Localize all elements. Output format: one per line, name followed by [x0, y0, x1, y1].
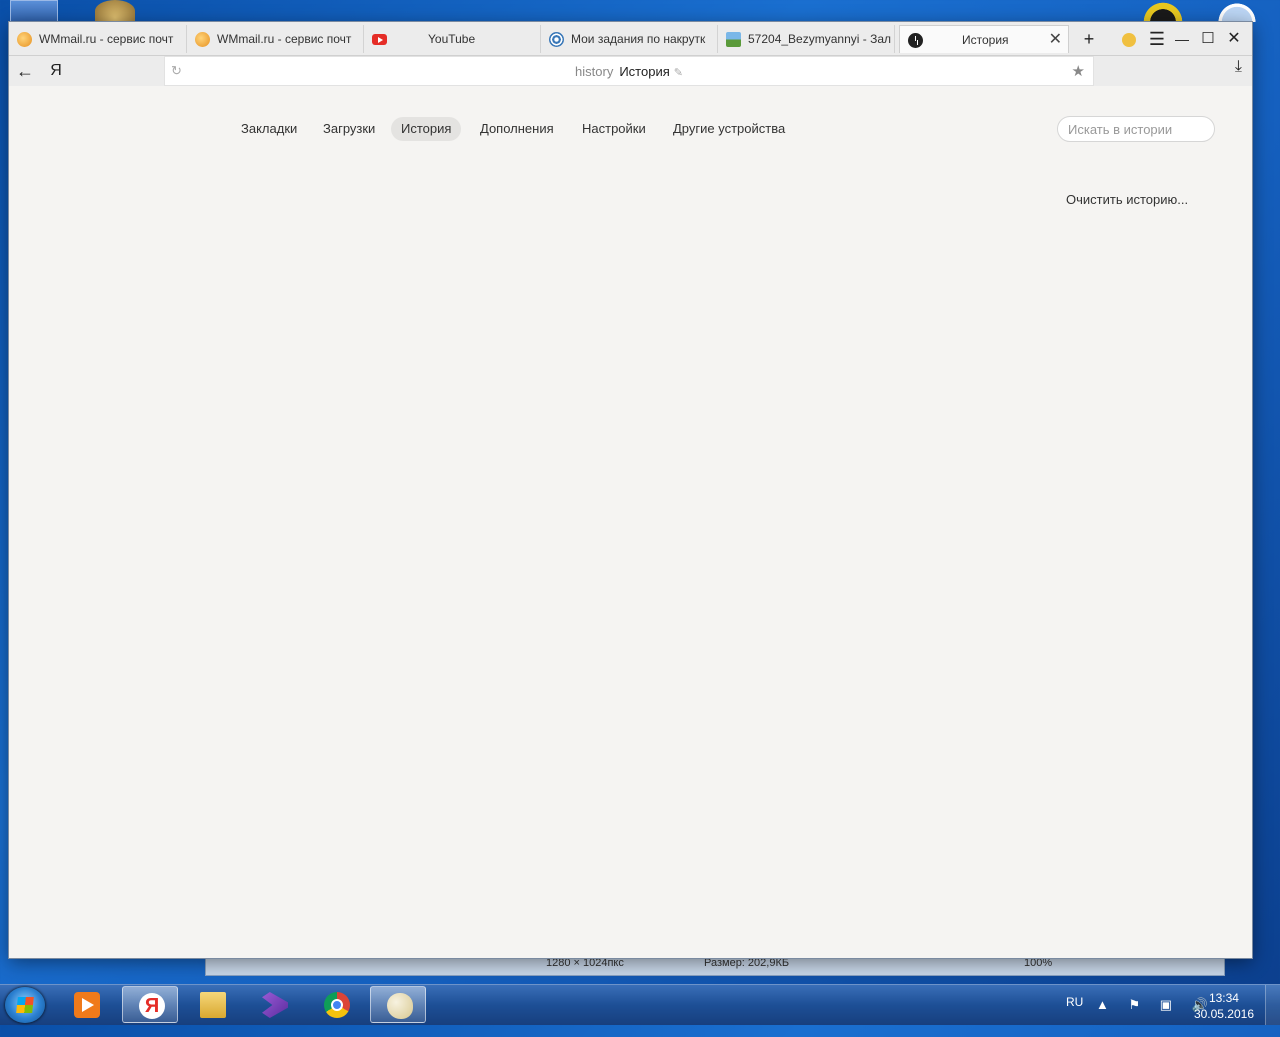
tab-youtube[interactable]: YouTube	[364, 25, 541, 53]
browser-window: WMmail.ru - сервис почт WMmail.ru - серв…	[9, 22, 1252, 958]
tab-title: WMmail.ru - сервис почт	[39, 32, 174, 46]
address-host: history	[575, 64, 614, 79]
nav-bookmarks[interactable]: Закладки	[231, 117, 307, 141]
history-page: Закладки Загрузки История Дополнения Нас…	[9, 86, 1252, 958]
desktop-icon[interactable]	[95, 0, 135, 22]
address-title: История	[619, 64, 670, 79]
yandex-browser-icon: Я	[139, 993, 165, 1019]
youtube-icon	[372, 34, 387, 45]
wmmail-icon	[17, 32, 32, 47]
minimize-button[interactable]: —	[1169, 26, 1195, 52]
tab-close-icon[interactable]: ✕	[1049, 26, 1062, 53]
nav-extensions[interactable]: Дополнения	[470, 117, 564, 141]
wmmail-icon	[195, 32, 210, 47]
bookmark-star-icon[interactable]: ★	[1072, 62, 1085, 80]
close-window-button[interactable]: ✕	[1221, 26, 1247, 52]
desktop-icon[interactable]	[1140, 0, 1186, 22]
media-player-icon	[74, 992, 100, 1018]
yandex-alice-icon[interactable]	[1116, 26, 1142, 52]
download-icon[interactable]: ⤓	[1235, 58, 1242, 76]
clear-history-link[interactable]: Очистить историю...	[1066, 192, 1188, 207]
taskbar-paint[interactable]	[370, 986, 426, 1023]
tab-tasks[interactable]: Мои задания по накрутк	[541, 25, 718, 53]
tab-history[interactable]: История ✕	[899, 25, 1069, 53]
taskbar-explorer[interactable]	[184, 986, 240, 1023]
tab-title: YouTube	[428, 32, 476, 46]
address-bar[interactable]: ↻ history История ✎ ★	[164, 56, 1094, 86]
nav-settings[interactable]: Настройки	[572, 117, 656, 141]
tab-title: 57204_Bezymyannyi - Зал	[748, 32, 891, 46]
visual-studio-icon	[262, 992, 288, 1018]
tab-title: Мои задания по накрутк	[571, 32, 706, 46]
image-dimensions: 1280 × 1024пкс	[546, 957, 624, 969]
toolbar: ← Я ↻ history История ✎ ★ ⤓	[9, 56, 1252, 86]
taskbar-media-player[interactable]	[58, 986, 114, 1023]
clock-icon	[908, 33, 923, 48]
history-search-input[interactable]	[1057, 116, 1215, 142]
taskbar-chrome[interactable]	[308, 986, 364, 1023]
clock[interactable]: 13:34 30.05.2016	[1194, 990, 1254, 1030]
paint-icon	[387, 993, 413, 1019]
zoom-level: 100%	[1024, 957, 1053, 969]
language-indicator[interactable]: RU	[1066, 995, 1083, 1035]
image-size: Размер: 202,9КБ	[704, 957, 790, 969]
nav-other-devices[interactable]: Другие устройства	[663, 117, 795, 141]
yandex-home-button[interactable]: Я	[43, 58, 69, 84]
tab-wmmail-1[interactable]: WMmail.ru - сервис почт	[9, 25, 187, 53]
tab-bar: WMmail.ru - сервис почт WMmail.ru - серв…	[9, 22, 1252, 56]
taskbar-visual-studio[interactable]	[246, 986, 302, 1023]
chrome-icon	[324, 992, 350, 1018]
nav-downloads[interactable]: Загрузки	[313, 117, 385, 141]
desktop-icon[interactable]	[1212, 0, 1262, 22]
taskbar-yandex-browser[interactable]: Я	[122, 986, 178, 1023]
taskbar: Я RU ▲ ⚑ ▣ 🔊 13:34 30.05.2016	[0, 984, 1280, 1025]
back-button[interactable]: ←	[12, 58, 38, 84]
tab-title: WMmail.ru - сервис почт	[217, 32, 352, 46]
show-desktop-button[interactable]	[1265, 985, 1280, 1025]
address-text[interactable]: history История ✎	[165, 64, 1093, 79]
nav-history[interactable]: История	[391, 117, 462, 141]
tab-title: История	[962, 33, 1009, 47]
clock-time: 13:34	[1208, 991, 1239, 1005]
image-icon	[726, 32, 741, 47]
clock-date: 30.05.2016	[1193, 1007, 1254, 1021]
start-button[interactable]	[5, 987, 45, 1023]
edit-icon[interactable]: ✎	[674, 67, 683, 79]
new-tab-button[interactable]: +	[1076, 26, 1102, 52]
tab-wmmail-2[interactable]: WMmail.ru - сервис почт	[187, 25, 364, 53]
desktop-icon[interactable]	[10, 0, 58, 24]
menu-icon[interactable]: ☰	[1144, 26, 1170, 52]
maximize-button[interactable]: ☐	[1195, 26, 1221, 52]
task-target-icon	[549, 32, 564, 47]
folder-icon	[200, 992, 226, 1018]
tab-image[interactable]: 57204_Bezymyannyi - Зал	[718, 25, 895, 53]
